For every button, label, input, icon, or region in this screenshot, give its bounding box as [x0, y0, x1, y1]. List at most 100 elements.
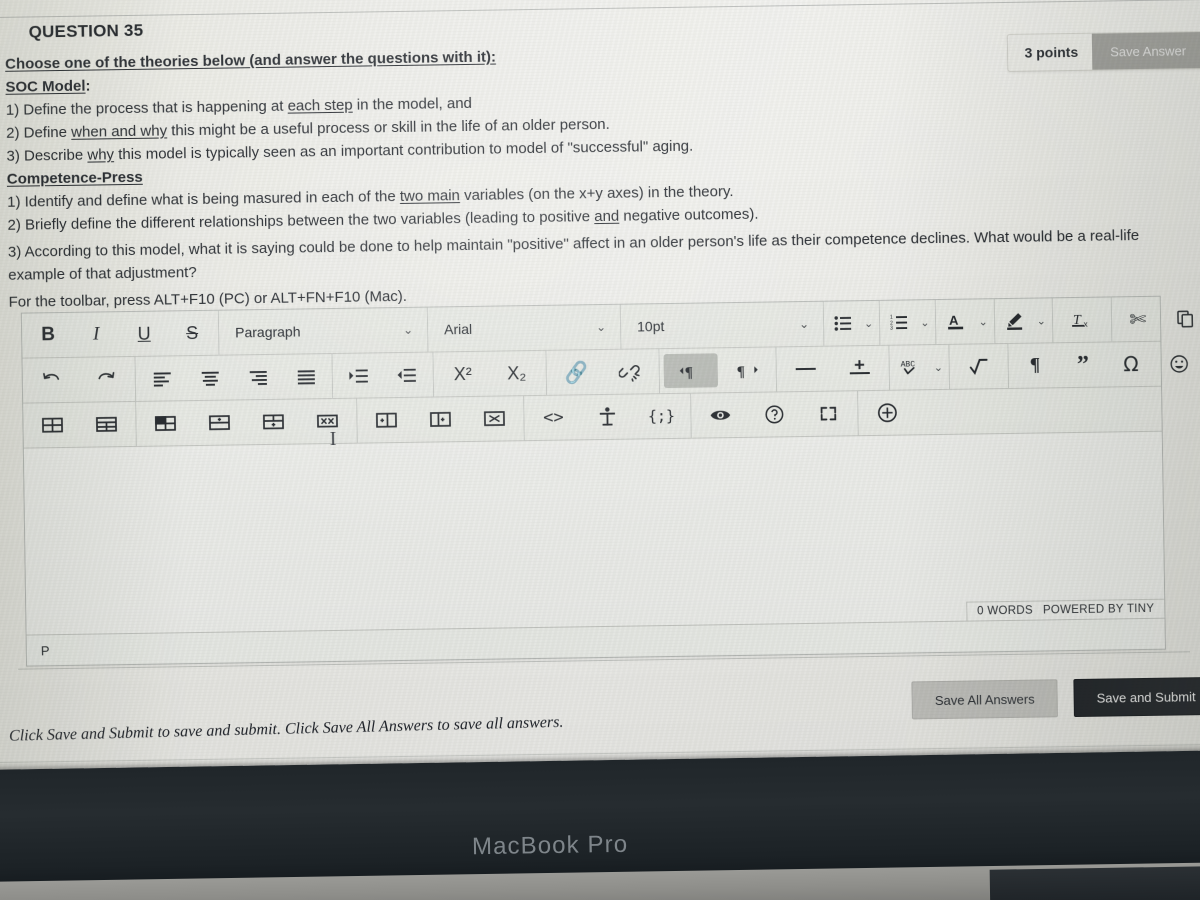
- toolbar-group-font-family: Arial ⌄: [427, 304, 622, 352]
- indent-decrease-button[interactable]: [382, 354, 431, 397]
- spellcheck-icon: ABC: [900, 357, 922, 377]
- svg-text:A: A: [949, 313, 959, 328]
- table-properties-icon: [94, 415, 118, 433]
- insert-column-button[interactable]: [359, 399, 414, 442]
- remove-link-button[interactable]: [602, 350, 657, 393]
- italic-icon: I: [92, 323, 100, 345]
- font-size-select[interactable]: 10pt ⌄: [623, 303, 822, 348]
- rtl-direction-icon: ¶: [735, 361, 759, 379]
- superscript-button[interactable]: X²: [435, 353, 490, 396]
- blockquote-icon: ”: [1076, 351, 1090, 378]
- preview-button[interactable]: [693, 394, 748, 437]
- insert-row-button[interactable]: [246, 400, 301, 443]
- align-right-button[interactable]: [233, 356, 282, 399]
- spellcheck-button[interactable]: ABC ⌄: [891, 346, 947, 389]
- horizontal-rule-icon: [794, 362, 818, 376]
- emoticons-button[interactable]: [1155, 342, 1200, 385]
- show-invisible-chars-button[interactable]: ¶: [1011, 344, 1060, 387]
- indent-increase-button[interactable]: [334, 354, 383, 397]
- underline-button[interactable]: U: [120, 312, 169, 355]
- merge-cells-button[interactable]: [138, 402, 193, 445]
- special-character-button[interactable]: Ω: [1107, 343, 1156, 386]
- editor-content-area[interactable]: I 0 WORDS POWERED BY TINY: [23, 428, 1165, 636]
- delete-column-button[interactable]: [413, 398, 468, 441]
- source-code-icon: <>: [543, 407, 564, 428]
- table-properties-button[interactable]: [79, 403, 134, 446]
- link-icon: 🔗: [561, 358, 590, 387]
- submit-instructions: Click Save and Submit to save and submit…: [8, 713, 564, 745]
- delete-row-button[interactable]: [300, 400, 355, 443]
- subscript-button[interactable]: X₂: [489, 352, 544, 395]
- cut-button[interactable]: ✄: [1114, 298, 1163, 341]
- bottom-action-bar: Save All Answers Save and Submit: [911, 676, 1200, 720]
- redo-button[interactable]: [79, 358, 134, 401]
- delete-column-icon: [428, 410, 452, 428]
- rtl-direction-button[interactable]: ¶: [719, 348, 774, 391]
- align-justify-button[interactable]: [281, 355, 330, 398]
- toolbar-group-table-cells: [136, 398, 358, 446]
- toolbar-group-math: [949, 343, 1010, 389]
- chevron-down-icon: ⌄: [863, 316, 874, 330]
- block-format-select[interactable]: Paragraph ⌄: [221, 309, 426, 354]
- template-button[interactable]: {;}: [634, 395, 689, 438]
- clear-formatting-icon: T x: [1071, 310, 1093, 330]
- add-content-icon: [876, 402, 898, 424]
- ltr-direction-button[interactable]: ¶: [663, 353, 719, 389]
- table-cell-props-button[interactable]: [467, 397, 522, 440]
- bold-button[interactable]: B: [24, 314, 73, 357]
- accessibility-checker-button[interactable]: [580, 396, 635, 439]
- paragraph-mark-icon: ¶: [1029, 354, 1041, 376]
- math-formula-button[interactable]: [952, 345, 1007, 388]
- align-justify-icon: [296, 369, 315, 384]
- browser-page: QUESTION 35 3 points Save Answer Choose …: [0, 0, 1200, 807]
- split-cell-icon: [207, 414, 231, 432]
- screenshot-photo: QUESTION 35 3 points Save Answer Choose …: [0, 0, 1200, 900]
- align-center-button[interactable]: [185, 356, 234, 399]
- cut-icon: ✄: [1129, 306, 1147, 332]
- toolbar-group-view-tools: [691, 391, 859, 438]
- text-color-button[interactable]: A ⌄: [938, 300, 992, 343]
- svg-text:3: 3: [890, 326, 893, 331]
- numbered-list-button[interactable]: 1 2 3 ⌄: [882, 301, 934, 344]
- emoticon-icon: [1169, 354, 1188, 373]
- strikethrough-button[interactable]: S: [168, 312, 217, 355]
- highlight-color-button[interactable]: ⌄: [996, 299, 1050, 342]
- undo-button[interactable]: [25, 359, 80, 402]
- fullscreen-icon: [818, 404, 838, 422]
- clear-formatting-button[interactable]: T x: [1055, 298, 1110, 341]
- bullet-list-button[interactable]: ⌄: [826, 302, 878, 345]
- horizontal-rule-button[interactable]: [778, 348, 833, 391]
- powered-by-label[interactable]: POWERED BY TINY: [1043, 603, 1155, 617]
- table-cell-props-icon: [482, 409, 506, 427]
- strikethrough-icon: S: [185, 322, 199, 343]
- indent-increase-icon: [349, 368, 369, 383]
- special-character-icon: Ω: [1123, 352, 1139, 377]
- toolbar-group-bullet-list: ⌄: [823, 300, 881, 346]
- block-format-value: Paragraph: [235, 323, 301, 341]
- rich-text-editor: B I U S Paragraph ⌄ Arial ⌄ 10pt ⌄ ⌄ 1 2…: [20, 294, 1200, 667]
- add-content-button[interactable]: [860, 391, 915, 434]
- unlink-icon: [618, 361, 641, 382]
- fullscreen-button[interactable]: [801, 392, 856, 435]
- blockquote-button[interactable]: ”: [1059, 344, 1108, 387]
- copy-button[interactable]: [1162, 297, 1200, 340]
- font-family-select[interactable]: Arial ⌄: [430, 306, 619, 351]
- insert-link-button[interactable]: 🔗: [548, 351, 603, 394]
- toolbar-group-table-columns: [357, 396, 525, 443]
- split-cell-button[interactable]: [192, 401, 247, 444]
- page-break-button[interactable]: [832, 347, 887, 390]
- align-right-icon: [248, 369, 267, 385]
- page-title: QUESTION 35: [28, 20, 144, 42]
- help-icon: [764, 404, 784, 424]
- insert-table-grid-button[interactable]: [25, 404, 80, 447]
- toolbar-group-clear-formatting: T x: [1052, 297, 1113, 343]
- toolbar-group-spellcheck: ABC ⌄: [889, 344, 951, 390]
- save-and-submit-button[interactable]: Save and Submit: [1073, 676, 1200, 718]
- device-label: MacBook Pro: [471, 830, 629, 861]
- italic-button[interactable]: I: [72, 313, 121, 356]
- help-button[interactable]: [747, 393, 802, 436]
- align-left-button[interactable]: [138, 357, 187, 400]
- save-all-answers-button[interactable]: Save All Answers: [911, 679, 1058, 720]
- source-code-button[interactable]: <>: [526, 396, 581, 439]
- merge-cells-icon: [153, 414, 177, 432]
